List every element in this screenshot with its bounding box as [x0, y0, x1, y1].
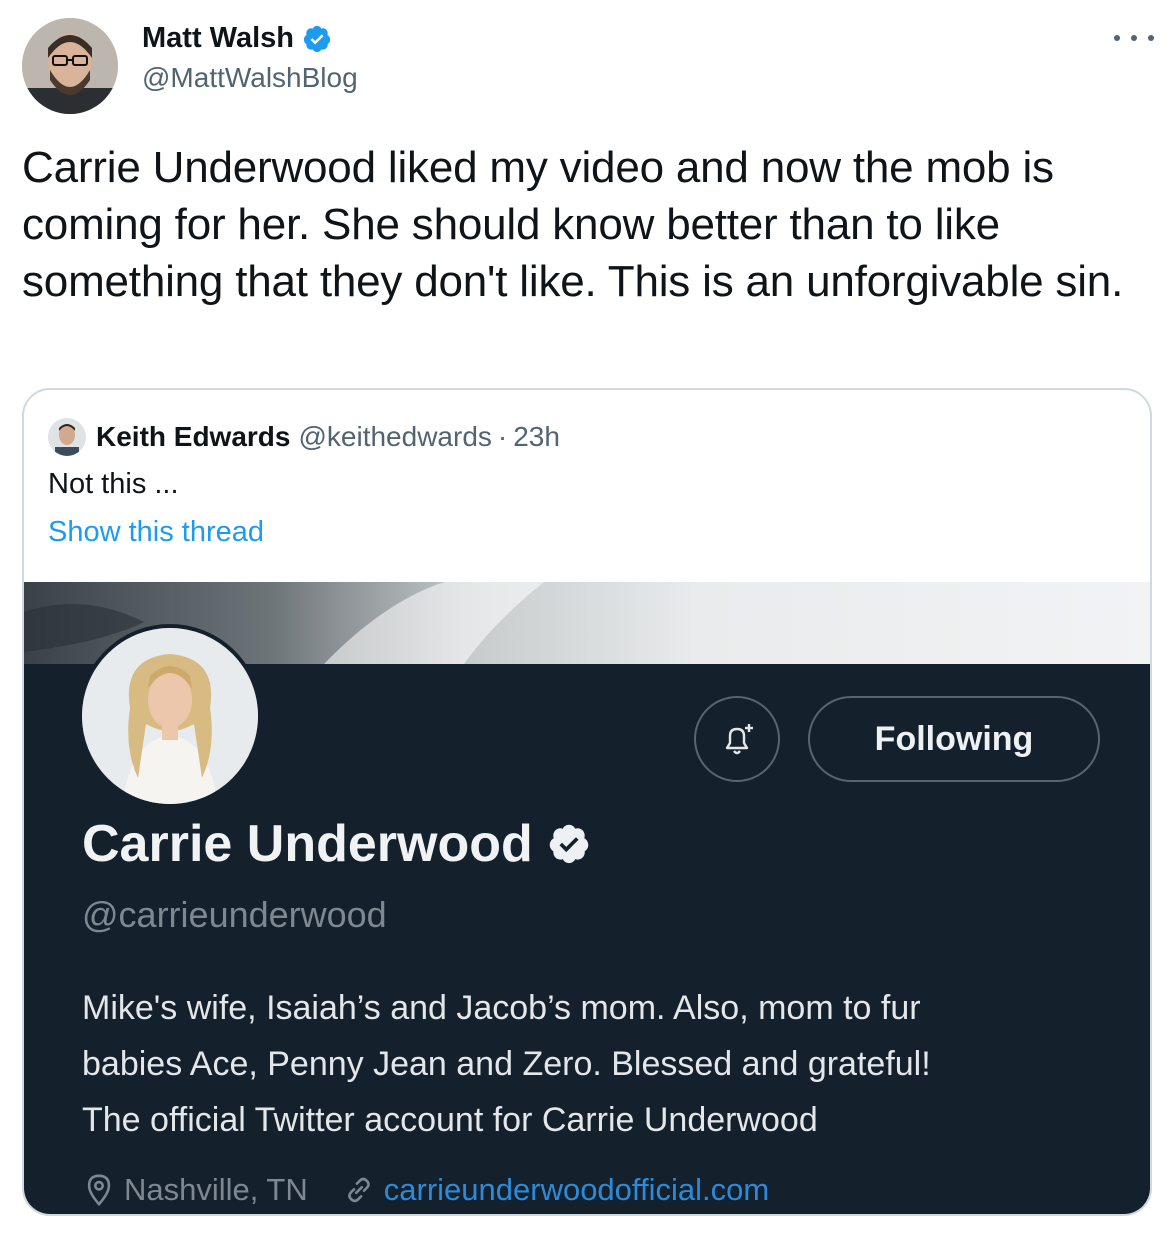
quoted-tweet-header: Keith Edwards @keithedwards · 23h: [48, 418, 560, 456]
profile-url: carrieunderwoodofficial.com: [383, 1172, 770, 1207]
profile-location: Nashville, TN: [124, 1172, 308, 1207]
location-pin-icon: [87, 1174, 111, 1207]
quoted-author-name[interactable]: Keith Edwards: [96, 421, 290, 453]
bell-plus-icon: [725, 724, 753, 755]
profile-handle: @carrieunderwood: [82, 894, 387, 935]
author-handle[interactable]: @MattWalshBlog: [142, 62, 358, 94]
author-name-text: Matt Walsh: [142, 22, 294, 54]
tweet-text: Carrie Underwood liked my video and now …: [22, 143, 1124, 306]
quoted-separator: ·: [497, 421, 508, 452]
quoted-tweet-card[interactable]: Keith Edwards @keithedwards · 23h Not th…: [22, 388, 1152, 1216]
quoted-timestamp[interactable]: 23h: [513, 421, 560, 453]
profile-bio-line: babies Ace, Penny Jean and Zero. Blessed…: [82, 1045, 931, 1083]
profile-avatar-image: [82, 628, 258, 804]
author-avatar[interactable]: [22, 18, 118, 114]
following-button: Following: [808, 696, 1100, 782]
quoted-author-handle: @keithedwards: [298, 421, 492, 452]
more-icon: [1114, 35, 1120, 41]
profile-bio-line: Mike's wife, Isaiah’s and Jacob’s mom. A…: [82, 989, 921, 1027]
profile-bio: Mike's wife, Isaiah’s and Jacob’s mom. A…: [82, 980, 1122, 1148]
profile-screenshot-image[interactable]: Following Carrie Underwood @carrieunderw…: [24, 582, 1150, 1214]
link-icon: [347, 1177, 370, 1203]
verified-badge-icon: [549, 824, 589, 864]
profile-avatar: [78, 624, 262, 808]
profile-name: Carrie Underwood: [82, 814, 591, 874]
quoted-tweet-text: Not this ...: [48, 468, 179, 500]
profile-bio-line: The official Twitter account for Carrie …: [82, 1101, 818, 1139]
profile-name-text: Carrie Underwood: [82, 815, 533, 873]
more-options-button[interactable]: [1114, 26, 1154, 50]
quoted-author-avatar-image: [48, 418, 86, 456]
verified-badge-icon: [303, 25, 331, 52]
notifications-bell-button: [694, 696, 780, 782]
quoted-author-avatar[interactable]: [48, 418, 86, 456]
author-avatar-image: [22, 18, 118, 114]
show-thread-link[interactable]: Show this thread: [48, 516, 264, 549]
profile-meta: Nashville, TN carrieunderwoodofficial.co…: [82, 1172, 769, 1208]
author-name[interactable]: Matt Walsh: [142, 22, 332, 55]
